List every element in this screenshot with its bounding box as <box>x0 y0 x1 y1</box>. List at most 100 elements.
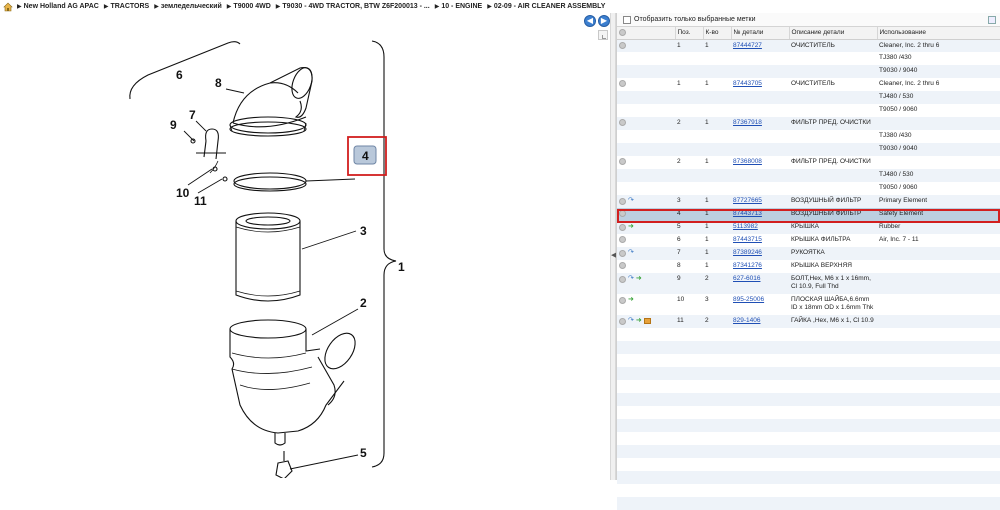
header-qty[interactable]: К-во <box>703 27 732 40</box>
table-row[interactable]: T9030 / 9040 <box>617 65 1000 78</box>
table-row[interactable]: 1 1 87444727 ОЧИСТИТЕЛЬ Cleaner, Inc. 2 thru… <box>617 39 1000 52</box>
breadcrumb-item[interactable]: ▶ T9030 - 4WD TRACTOR, BTW Z6F200013 - ..… <box>276 3 430 10</box>
callout-5[interactable]: 5 <box>360 446 367 460</box>
empty-cell <box>617 328 675 341</box>
circle-icon[interactable] <box>619 210 626 217</box>
breadcrumb-item[interactable]: ▶ TRACTORS <box>104 3 149 10</box>
circle-icon[interactable] <box>619 236 626 243</box>
callout-4[interactable]: 4 <box>362 149 369 163</box>
part-number-link[interactable]: 87727665 <box>733 197 762 204</box>
select-all-icon[interactable] <box>619 29 626 37</box>
home-icon[interactable] <box>3 2 13 12</box>
circle-icon[interactable] <box>619 296 626 304</box>
header-pos[interactable]: Поз. <box>675 27 704 40</box>
breadcrumb-item[interactable]: ▶ T9000 4WD <box>227 3 271 10</box>
replacement-arrow-icon[interactable]: ➜ <box>636 275 642 283</box>
circle-icon[interactable] <box>619 158 626 165</box>
part-number-link[interactable]: 87444727 <box>733 42 762 49</box>
table-row[interactable]: TJ380 /430 <box>617 52 1000 65</box>
link-arrow-icon[interactable]: ↷ <box>628 317 634 325</box>
table-row[interactable]: ↷ ➜ 9 2 627-6016 БОЛТ,Hex, M6 x 1 x 16mm, Cl … <box>617 273 1000 294</box>
cell-qty: 1 <box>703 208 731 221</box>
circle-icon[interactable] <box>619 262 626 269</box>
callout-1[interactable]: 1 <box>398 260 405 274</box>
replacement-arrow-icon[interactable]: ➜ <box>628 223 634 231</box>
link-arrow-icon[interactable]: ↷ <box>628 249 634 257</box>
diagram-pane: ◀ ▶ 6 8 9 7 10 11 3 2 1 5 4 <box>0 13 610 480</box>
empty-row <box>617 445 1000 458</box>
breadcrumb-item[interactable]: ▶ 10 - ENGINE <box>435 3 482 10</box>
replacement-arrow-icon[interactable]: ➜ <box>628 296 634 304</box>
table-row[interactable]: T9050 / 9060 <box>617 104 1000 117</box>
circle-icon[interactable] <box>619 197 626 205</box>
table-row[interactable]: ➜ 5 1 5113982 КРЫШКА Rubber <box>617 221 1000 234</box>
cell-pos: 2 <box>675 117 703 130</box>
part-number-link[interactable]: 627-6016 <box>733 275 760 282</box>
callout-6[interactable]: 6 <box>176 68 183 82</box>
callout-10[interactable]: 10 <box>176 186 190 200</box>
callout-8[interactable]: 8 <box>215 76 222 90</box>
row-icons <box>617 182 675 195</box>
table-row[interactable]: 6 1 87443715 КРЫШКА ФИЛЬТРА Air, Inc. 7 - 11 <box>617 234 1000 247</box>
header-description[interactable]: Описание детали <box>789 27 878 40</box>
link-arrow-icon[interactable]: ↷ <box>628 275 634 283</box>
part-number-link[interactable]: 5113982 <box>733 223 758 230</box>
cell-qty-text: 1 <box>705 210 709 217</box>
empty-cell <box>877 341 1000 354</box>
part-number-link[interactable]: 895-25006 <box>733 296 764 303</box>
breadcrumb-item[interactable]: ▶ New Holland AG APAC <box>17 3 99 10</box>
cell-description: КРЫШКА ФИЛЬТРА <box>789 234 877 247</box>
part-number-link[interactable]: 87389246 <box>733 249 762 256</box>
circle-icon[interactable] <box>619 80 626 87</box>
circle-icon[interactable] <box>619 275 626 283</box>
table-row[interactable]: T9050 / 9060 <box>617 182 1000 195</box>
callout-3[interactable]: 3 <box>360 224 367 238</box>
empty-cell <box>877 432 1000 445</box>
callout-11[interactable]: 11 <box>194 194 207 208</box>
table-row[interactable]: 2 1 87367918 ФИЛЬТР ПРЕД. ОЧИСТКИ <box>617 117 1000 130</box>
table-row[interactable]: ➜ 10 3 895-25006 ПЛОСКАЯ ШАЙБА,6.6mm ID x 18… <box>617 294 1000 315</box>
part-number-link[interactable]: 829-1406 <box>733 317 760 324</box>
circle-icon[interactable] <box>619 249 626 257</box>
header-part-number[interactable]: № детали <box>731 27 790 40</box>
part-number-link[interactable]: 87443705 <box>733 80 762 87</box>
table-row[interactable]: 4 1 87443713 ВОЗДУШНЫЙ ФИЛЬТР Safety Element <box>617 208 1000 221</box>
table-row[interactable]: ↷ ➜ 11 2 829-1406 ГАЙКА ,Hex, M6 x 1, Cl 10.9 <box>617 315 1000 328</box>
cell-usage: Rubber <box>877 221 1000 234</box>
table-row[interactable]: TJ480 / 530 <box>617 169 1000 182</box>
breadcrumb-item[interactable]: ▶ земледельческий <box>154 3 222 10</box>
row-icons <box>617 91 675 104</box>
part-number-link[interactable]: 87443715 <box>733 236 762 243</box>
table-row[interactable]: TJ480 / 530 <box>617 91 1000 104</box>
replacement-arrow-icon[interactable]: ➜ <box>636 317 642 325</box>
show-selected-checkbox[interactable] <box>623 15 631 24</box>
part-number-link[interactable]: 87367918 <box>733 119 762 126</box>
circle-icon[interactable] <box>619 41 626 49</box>
callout-9[interactable]: 9 <box>170 118 177 132</box>
exploded-diagram[interactable]: 6 8 9 7 10 11 3 2 1 5 4 <box>0 13 605 478</box>
kit-box-icon[interactable] <box>643 318 651 324</box>
cell-qty: 1 <box>703 247 731 260</box>
table-row[interactable]: 2 1 87368008 ФИЛЬТР ПРЕД. ОЧИСТКИ <box>617 156 1000 169</box>
table-row[interactable]: T9030 / 9040 <box>617 143 1000 156</box>
circle-icon[interactable] <box>619 119 626 126</box>
table-row[interactable]: TJ380 /430 <box>617 130 1000 143</box>
table-row[interactable]: ↷ 7 1 87389246 РУКОЯТКА <box>617 247 1000 260</box>
callout-2[interactable]: 2 <box>360 296 367 310</box>
callout-7[interactable]: 7 <box>189 108 196 122</box>
link-arrow-icon[interactable]: ↷ <box>628 197 634 205</box>
empty-cell <box>675 497 703 510</box>
circle-icon[interactable] <box>619 223 626 231</box>
empty-cell <box>877 380 1000 393</box>
table-row[interactable]: ↷ 3 1 87727665 ВОЗДУШНЫЙ ФИЛЬТР Primary Eleme… <box>617 195 1000 208</box>
table-row[interactable]: 8 1 87341276 КРЫШКА ВЕРХНЯЯ <box>617 260 1000 273</box>
part-number-link[interactable]: 87341276 <box>733 262 762 269</box>
part-number-link[interactable]: 87443713 <box>733 210 762 217</box>
circle-icon[interactable] <box>619 317 626 325</box>
part-number-link[interactable]: 87368008 <box>733 158 762 165</box>
breadcrumb-item-current[interactable]: ▶ 02-09 - AIR CLEANER ASSEMBLY <box>487 3 605 10</box>
table-row[interactable]: 1 1 87443705 ОЧИСТИТЕЛЬ Cleaner, Inc. 2 thru… <box>617 78 1000 91</box>
header-usage[interactable]: Использование <box>877 27 1000 40</box>
cell-pos: 5 <box>675 221 703 234</box>
export-icon[interactable] <box>988 16 996 24</box>
